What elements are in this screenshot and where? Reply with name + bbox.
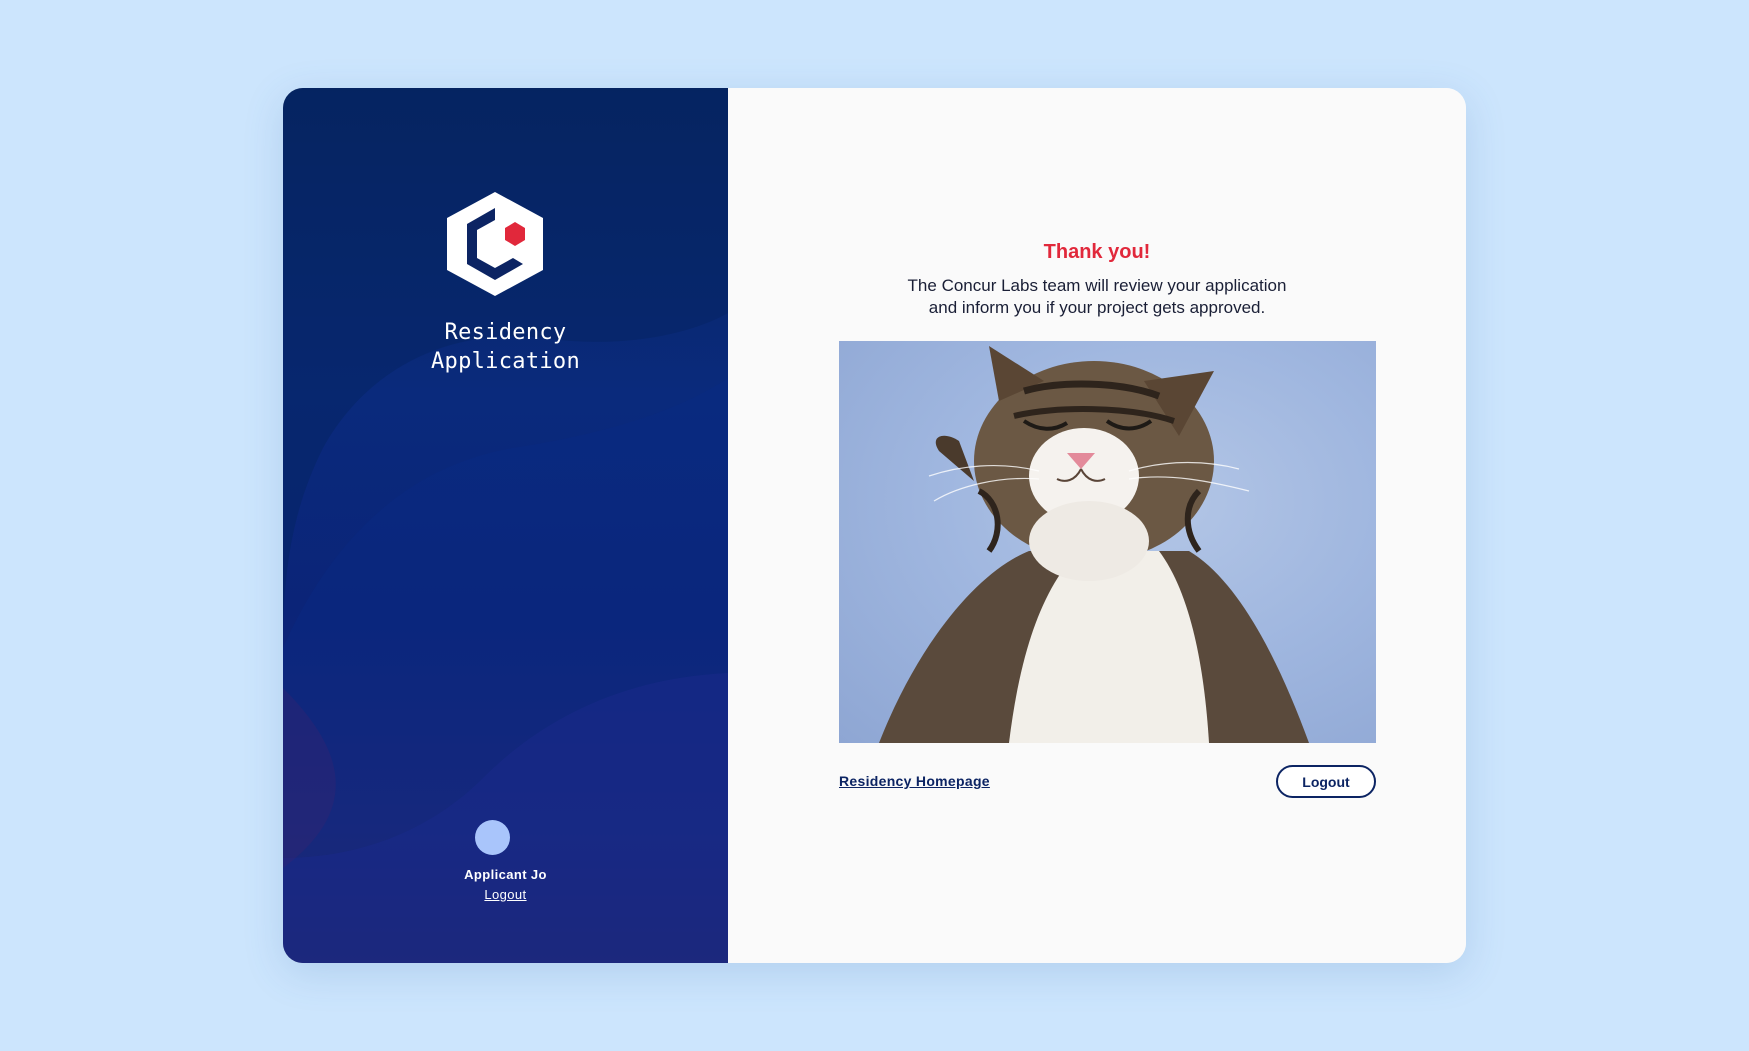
- avatar: [475, 820, 510, 855]
- app-title: Residency Application: [283, 318, 728, 376]
- concur-labs-hexagon-logo-icon: [447, 192, 543, 296]
- logout-button[interactable]: Logout: [1276, 765, 1376, 798]
- sidebar: Residency Application Applicant Jo Logou…: [283, 88, 728, 963]
- confirmation-message: The Concur Labs team will review your ap…: [728, 275, 1466, 319]
- residency-homepage-link[interactable]: Residency Homepage: [839, 773, 990, 789]
- cat-photo: [839, 341, 1376, 743]
- confirmation-message-line-1: The Concur Labs team will review your ap…: [907, 276, 1287, 295]
- thank-you-heading: Thank you!: [1043, 241, 1151, 263]
- sidebar-logout-container: Logout: [283, 886, 728, 904]
- cat-illustration: [879, 346, 1309, 743]
- sidebar-logout-link[interactable]: Logout: [484, 887, 526, 902]
- user-name: Applicant Jo: [464, 867, 547, 882]
- main-content: Thank you! The Concur Labs team will rev…: [728, 88, 1466, 963]
- confirmation-message-line-2: and inform you if your project gets appr…: [928, 298, 1266, 317]
- app-title-line-2: Application: [431, 349, 580, 374]
- app-title-line-1: Residency: [444, 320, 567, 345]
- application-card: Residency Application Applicant Jo Logou…: [283, 88, 1466, 963]
